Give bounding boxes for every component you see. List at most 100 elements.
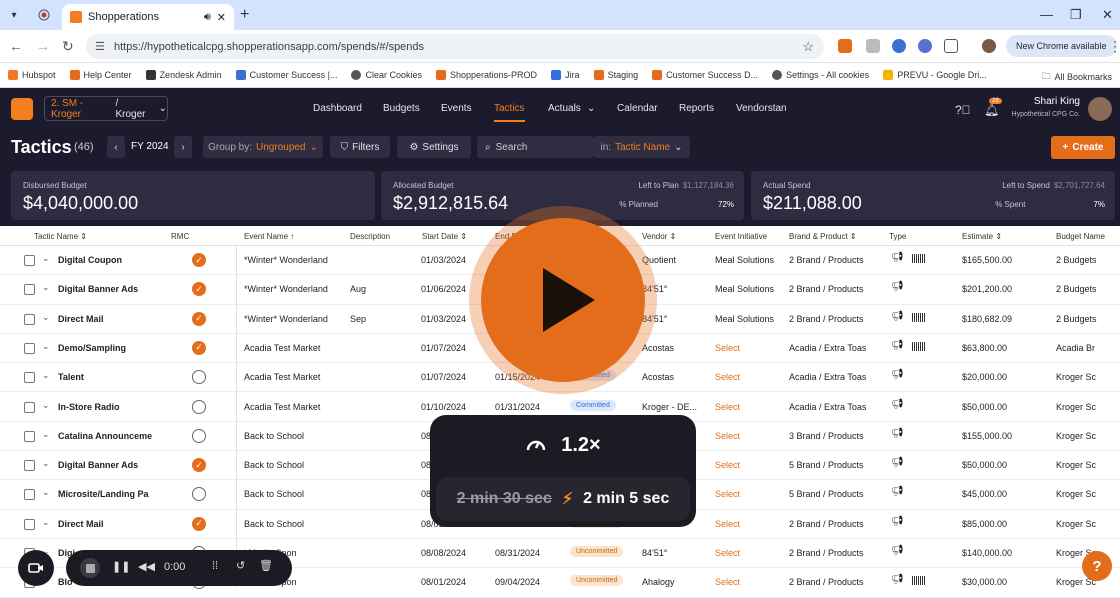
rmc-unchecked-icon[interactable] — [192, 487, 206, 502]
bookmark-shopperations-prod[interactable]: Shopperations-PROD — [436, 70, 537, 80]
nav-reports[interactable]: Reports — [679, 103, 714, 114]
tactic-name[interactable]: Digital Banner Ads — [58, 460, 158, 470]
user-name[interactable]: Shari King — [1034, 96, 1080, 107]
settings-button[interactable]: ⚙ Settings — [397, 136, 471, 158]
row-checkbox[interactable] — [24, 518, 35, 530]
extension-icon[interactable] — [866, 39, 880, 53]
help-chat-button[interactable]: ? — [1082, 551, 1112, 581]
search-field-select[interactable]: in: Tactic Name ⌄ — [593, 136, 690, 158]
new-chrome-available-button[interactable]: New Chrome available — [1006, 35, 1117, 57]
close-window-icon[interactable]: ✕ — [1102, 7, 1113, 23]
col-event-name[interactable]: Event Name ↑ — [244, 232, 294, 241]
col-estimate[interactable]: Estimate ⇕ — [962, 232, 1002, 241]
drag-handle-icon[interactable]: ⁞⁞ — [212, 560, 218, 572]
event-initiative[interactable]: Select — [715, 343, 740, 353]
tactic-name[interactable]: In-Store Radio — [58, 402, 158, 412]
nav-dashboard[interactable]: Dashboard — [313, 103, 362, 114]
tactic-name[interactable]: Microsite/Landing Pa — [58, 489, 158, 499]
row-checkbox[interactable] — [24, 255, 35, 266]
event-initiative[interactable]: Select — [715, 372, 740, 382]
bookmark-clear-cookies[interactable]: Clear Cookies — [351, 70, 422, 80]
nav-events[interactable]: Events — [441, 103, 472, 114]
col-budget-name[interactable]: Budget Name — [1056, 232, 1105, 241]
rmc-unchecked-icon[interactable] — [192, 428, 206, 443]
avatar[interactable] — [1088, 97, 1112, 121]
bookmark-hubspot[interactable]: Hubspot — [8, 70, 56, 80]
row-checkbox[interactable] — [24, 401, 35, 413]
rmc-unchecked-icon[interactable] — [192, 370, 206, 385]
new-tab-button[interactable]: + — [240, 6, 249, 24]
row-checkbox[interactable] — [24, 372, 35, 384]
bookmark-help-center[interactable]: Help Center — [69, 70, 132, 80]
prev-year-button[interactable]: ‹ — [107, 136, 125, 158]
rmc-checked-icon[interactable]: ✓ — [192, 516, 206, 531]
expand-chevron-icon[interactable]: ⌄ — [42, 517, 50, 528]
expand-chevron-icon[interactable]: ⌄ — [42, 282, 50, 293]
chrome-menu-icon[interactable]: ⋮ — [1108, 38, 1120, 55]
extension-icon[interactable] — [838, 39, 852, 53]
bookmark-zendesk[interactable]: Zendesk Admin — [145, 70, 222, 80]
expand-chevron-icon[interactable]: ⌄ — [42, 429, 50, 440]
row-checkbox[interactable] — [24, 313, 35, 325]
create-button[interactable]: + Create — [1051, 136, 1115, 159]
expand-chevron-icon[interactable]: ⌄ — [42, 312, 50, 323]
close-tab-icon[interactable]: ✕ — [217, 11, 226, 24]
bookmark-star-icon[interactable]: ☆ — [802, 39, 814, 55]
address-bar[interactable]: ☰ https://hypotheticalcpg.shopperationsa… — [86, 34, 824, 59]
play-button[interactable] — [481, 218, 645, 382]
site-info-icon[interactable]: ☰ — [95, 40, 105, 53]
tactic-name[interactable]: Direct Mail — [58, 314, 158, 324]
nav-tactics[interactable]: Tactics — [494, 103, 525, 122]
rmc-unchecked-icon[interactable] — [192, 399, 206, 414]
search-input[interactable]: ⌕ Search — [477, 136, 593, 158]
bell-icon[interactable]: 🔔︎ — [984, 103, 999, 117]
nav-vendorstan[interactable]: Vendorstan — [736, 103, 787, 114]
col-start-date[interactable]: Start Date ⇕ — [422, 232, 467, 241]
event-initiative[interactable]: Select — [715, 431, 740, 441]
rmc-checked-icon[interactable]: ✓ — [192, 311, 206, 326]
browser-tab[interactable]: Shopperations 🔊︎ ✕ — [62, 4, 234, 30]
shopperations-logo[interactable] — [11, 98, 33, 120]
event-initiative[interactable]: Select — [715, 519, 740, 529]
status-badge[interactable]: Committed — [570, 399, 616, 411]
expand-chevron-icon[interactable]: ⌄ — [42, 341, 50, 352]
minimize-icon[interactable]: — — [1040, 7, 1053, 22]
bookmark-prevu[interactable]: PREVU - Google Dri... — [883, 70, 987, 80]
row-checkbox[interactable] — [24, 489, 35, 501]
camera-icon[interactable] — [18, 550, 54, 586]
col-event-initiative[interactable]: Event Initiative — [715, 232, 767, 241]
extension-icon[interactable] — [892, 39, 906, 53]
row-checkbox[interactable] — [24, 284, 35, 296]
trash-icon[interactable]: 🗑︎ — [259, 559, 273, 572]
restore-icon[interactable]: ❐ — [1070, 7, 1082, 23]
expand-chevron-icon[interactable]: ⌄ — [42, 487, 50, 498]
col-vendor[interactable]: Vendor ⇕ — [642, 232, 676, 241]
tactic-name[interactable]: Direct Mail — [58, 519, 158, 529]
row-checkbox[interactable] — [24, 342, 35, 354]
event-initiative[interactable]: Select — [715, 460, 740, 470]
expand-chevron-icon[interactable]: ⌄ — [42, 400, 50, 411]
all-bookmarks-button[interactable]: 🗀 All Bookmarks — [1041, 69, 1112, 85]
bookmark-staging[interactable]: Staging — [593, 70, 638, 80]
expand-chevron-icon[interactable]: ⌄ — [42, 253, 50, 264]
tactic-name[interactable]: Digital Banner Ads — [58, 284, 158, 294]
rewind-icon[interactable]: ◀◀ — [138, 560, 155, 573]
account-selector[interactable]: 2. SM - Kroger / Kroger ⌄ — [44, 96, 168, 121]
bookmark-customer-success-d[interactable]: Customer Success D... — [652, 70, 758, 80]
filters-button[interactable]: ⛉ Filters — [330, 136, 390, 158]
col-description[interactable]: Description — [350, 232, 390, 241]
rmc-checked-icon[interactable]: ✓ — [192, 282, 206, 297]
expand-chevron-icon[interactable]: ⌄ — [42, 370, 50, 381]
col-type[interactable]: Type — [889, 232, 906, 241]
event-initiative[interactable]: Select — [715, 402, 740, 412]
tactic-name[interactable]: Demo/Sampling — [58, 343, 158, 353]
tab-search-icon[interactable]: ▾ — [4, 5, 24, 25]
record-icon[interactable] — [34, 5, 54, 25]
event-initiative[interactable]: Select — [715, 548, 740, 558]
next-year-button[interactable]: › — [174, 136, 192, 158]
help-icon[interactable]: ?⃝ — [955, 103, 971, 117]
status-badge[interactable]: Uncommitted — [570, 575, 624, 587]
row-checkbox[interactable] — [24, 460, 35, 472]
bookmark-settings-cookies[interactable]: Settings - All cookies — [772, 70, 869, 80]
pause-icon[interactable]: ❚❚ — [112, 560, 130, 573]
